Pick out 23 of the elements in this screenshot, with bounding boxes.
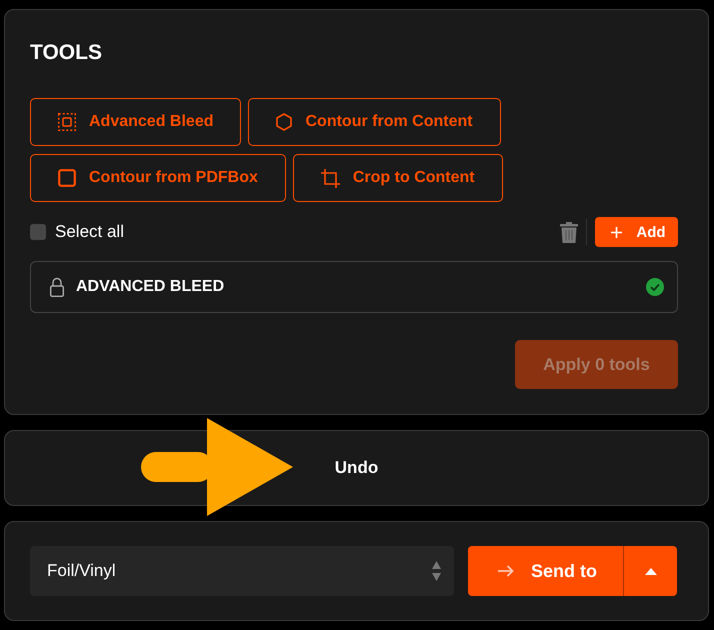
crop-icon — [320, 168, 340, 188]
dropdown-toggle-button[interactable] — [623, 546, 677, 596]
checkbox-label: Select all — [55, 222, 124, 242]
hexagon-icon — [276, 113, 292, 131]
tool-button[interactable]: Contour from Content — [248, 98, 501, 146]
material-select[interactable]: Foil/Vinyl — [30, 546, 454, 596]
square-icon — [58, 169, 76, 187]
arrow-right-icon — [498, 565, 514, 577]
panel-title: TOOLS — [30, 41, 103, 65]
checkbox[interactable] — [30, 224, 46, 240]
trash-icon[interactable] — [560, 222, 578, 242]
tool-button[interactable]: Advanced Bleed — [30, 98, 242, 146]
plus-icon — [611, 226, 622, 238]
caret-up-icon — [644, 568, 656, 574]
item-label: ADVANCED BLEED — [76, 278, 226, 296]
tool-button[interactable]: Crop to Content — [292, 154, 503, 202]
sort-arrows-icon — [432, 561, 441, 581]
add-button[interactable]: Add — [595, 217, 678, 247]
dashed-square-icon — [58, 113, 76, 131]
tool-button[interactable]: Contour from PDFBox — [30, 154, 286, 202]
undo-button[interactable]: Undo — [334, 458, 378, 478]
tool-list-item[interactable]: ADVANCED BLEED — [30, 261, 678, 313]
send-button[interactable]: Send to — [468, 546, 623, 596]
